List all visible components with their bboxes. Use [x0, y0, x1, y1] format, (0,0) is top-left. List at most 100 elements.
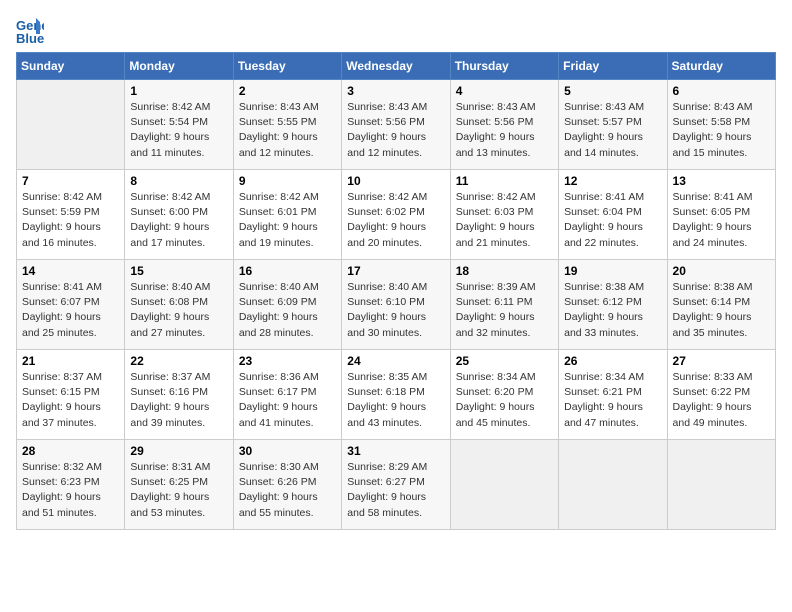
calendar-cell: 30Sunrise: 8:30 AM Sunset: 6:26 PM Dayli…	[233, 440, 341, 530]
day-info: Sunrise: 8:38 AM Sunset: 6:12 PM Dayligh…	[564, 280, 661, 341]
day-number: 17	[347, 264, 444, 278]
day-info: Sunrise: 8:43 AM Sunset: 5:56 PM Dayligh…	[347, 100, 444, 161]
day-number: 9	[239, 174, 336, 188]
calendar-table: SundayMondayTuesdayWednesdayThursdayFrid…	[16, 52, 776, 530]
calendar-cell: 7 Sunrise: 8:42 AM Sunset: 5:59 PM Daylig…	[17, 170, 125, 260]
day-info: Sunrise: 8:33 AM Sunset: 6:22 PM Dayligh…	[673, 370, 770, 431]
calendar-cell: 6Sunrise: 8:43 AM Sunset: 5:58 PM Daylig…	[667, 80, 775, 170]
calendar-cell	[450, 440, 558, 530]
calendar-cell: 2 Sunrise: 8:43 AM Sunset: 5:55 PM Daylig…	[233, 80, 341, 170]
day-info: Sunrise: 8:29 AM Sunset: 6:27 PM Dayligh…	[347, 460, 444, 521]
calendar-cell: 19 Sunrise: 8:38 AM Sunset: 6:12 PM Dayli…	[559, 260, 667, 350]
day-number: 21	[22, 354, 119, 368]
calendar-cell: 18Sunrise: 8:39 AM Sunset: 6:11 PM Dayli…	[450, 260, 558, 350]
day-info: Sunrise: 8:37 AM Sunset: 6:15 PM Dayligh…	[22, 370, 119, 431]
weekday-header-saturday: Saturday	[667, 53, 775, 80]
day-info: Sunrise: 8:32 AM Sunset: 6:23 PM Dayligh…	[22, 460, 119, 521]
calendar-cell: 31 Sunrise: 8:29 AM Sunset: 6:27 PM Dayli…	[342, 440, 450, 530]
calendar-cell: 10Sunrise: 8:42 AM Sunset: 6:02 PM Dayli…	[342, 170, 450, 260]
day-info: Sunrise: 8:42 AM Sunset: 5:59 PM Dayligh…	[22, 190, 119, 251]
logo: General Blue	[16, 16, 48, 44]
day-number: 30	[239, 444, 336, 458]
day-number: 11	[456, 174, 553, 188]
calendar-cell: 1 Sunrise: 8:42 AM Sunset: 5:54 PM Daylig…	[125, 80, 233, 170]
calendar-cell: 20 Sunrise: 8:38 AM Sunset: 6:14 PM Dayli…	[667, 260, 775, 350]
calendar-cell: 17 Sunrise: 8:40 AM Sunset: 6:10 PM Dayli…	[342, 260, 450, 350]
weekday-header-sunday: Sunday	[17, 53, 125, 80]
calendar-cell: 11 Sunrise: 8:42 AM Sunset: 6:03 PM Dayli…	[450, 170, 558, 260]
day-info: Sunrise: 8:35 AM Sunset: 6:18 PM Dayligh…	[347, 370, 444, 431]
day-number: 14	[22, 264, 119, 278]
calendar-cell: 4 Sunrise: 8:43 AM Sunset: 5:56 PM Daylig…	[450, 80, 558, 170]
day-number: 6	[673, 84, 770, 98]
day-number: 24	[347, 354, 444, 368]
day-number: 31	[347, 444, 444, 458]
weekday-header-row: SundayMondayTuesdayWednesdayThursdayFrid…	[17, 53, 776, 80]
day-number: 27	[673, 354, 770, 368]
week-row-5: 28Sunrise: 8:32 AM Sunset: 6:23 PM Dayli…	[17, 440, 776, 530]
week-row-3: 14 Sunrise: 8:41 AM Sunset: 6:07 PM Dayli…	[17, 260, 776, 350]
day-number: 7	[22, 174, 119, 188]
day-info: Sunrise: 8:40 AM Sunset: 6:08 PM Dayligh…	[130, 280, 227, 341]
page-header: General Blue	[16, 16, 776, 44]
day-number: 5	[564, 84, 661, 98]
day-info: Sunrise: 8:43 AM Sunset: 5:56 PM Dayligh…	[456, 100, 553, 161]
calendar-cell: 9Sunrise: 8:42 AM Sunset: 6:01 PM Daylig…	[233, 170, 341, 260]
day-number: 23	[239, 354, 336, 368]
day-number: 20	[673, 264, 770, 278]
day-number: 2	[239, 84, 336, 98]
day-info: Sunrise: 8:42 AM Sunset: 5:54 PM Dayligh…	[130, 100, 227, 161]
calendar-cell: 28Sunrise: 8:32 AM Sunset: 6:23 PM Dayli…	[17, 440, 125, 530]
weekday-header-friday: Friday	[559, 53, 667, 80]
day-number: 13	[673, 174, 770, 188]
calendar-body: 1 Sunrise: 8:42 AM Sunset: 5:54 PM Daylig…	[17, 80, 776, 530]
calendar-cell: 27 Sunrise: 8:33 AM Sunset: 6:22 PM Dayli…	[667, 350, 775, 440]
day-info: Sunrise: 8:31 AM Sunset: 6:25 PM Dayligh…	[130, 460, 227, 521]
day-number: 19	[564, 264, 661, 278]
day-number: 4	[456, 84, 553, 98]
calendar-cell: 5Sunrise: 8:43 AM Sunset: 5:57 PM Daylig…	[559, 80, 667, 170]
calendar-cell: 22 Sunrise: 8:37 AM Sunset: 6:16 PM Dayli…	[125, 350, 233, 440]
day-number: 22	[130, 354, 227, 368]
calendar-cell: 14 Sunrise: 8:41 AM Sunset: 6:07 PM Dayli…	[17, 260, 125, 350]
calendar-cell: 16 Sunrise: 8:40 AM Sunset: 6:09 PM Dayli…	[233, 260, 341, 350]
day-number: 10	[347, 174, 444, 188]
weekday-header-thursday: Thursday	[450, 53, 558, 80]
day-number: 15	[130, 264, 227, 278]
calendar-cell: 29Sunrise: 8:31 AM Sunset: 6:25 PM Dayli…	[125, 440, 233, 530]
day-number: 1	[130, 84, 227, 98]
calendar-cell: 21 Sunrise: 8:37 AM Sunset: 6:15 PM Dayli…	[17, 350, 125, 440]
weekday-header-tuesday: Tuesday	[233, 53, 341, 80]
day-info: Sunrise: 8:41 AM Sunset: 6:04 PM Dayligh…	[564, 190, 661, 251]
day-info: Sunrise: 8:38 AM Sunset: 6:14 PM Dayligh…	[673, 280, 770, 341]
weekday-header-wednesday: Wednesday	[342, 53, 450, 80]
day-info: Sunrise: 8:40 AM Sunset: 6:09 PM Dayligh…	[239, 280, 336, 341]
day-info: Sunrise: 8:41 AM Sunset: 6:07 PM Dayligh…	[22, 280, 119, 341]
day-info: Sunrise: 8:34 AM Sunset: 6:20 PM Dayligh…	[456, 370, 553, 431]
day-info: Sunrise: 8:37 AM Sunset: 6:16 PM Dayligh…	[130, 370, 227, 431]
calendar-cell: 13 Sunrise: 8:41 AM Sunset: 6:05 PM Dayli…	[667, 170, 775, 260]
calendar-cell: 26 Sunrise: 8:34 AM Sunset: 6:21 PM Dayli…	[559, 350, 667, 440]
day-info: Sunrise: 8:39 AM Sunset: 6:11 PM Dayligh…	[456, 280, 553, 341]
day-number: 12	[564, 174, 661, 188]
calendar-cell: 8 Sunrise: 8:42 AM Sunset: 6:00 PM Daylig…	[125, 170, 233, 260]
day-info: Sunrise: 8:41 AM Sunset: 6:05 PM Dayligh…	[673, 190, 770, 251]
calendar-cell: 23 Sunrise: 8:36 AM Sunset: 6:17 PM Dayli…	[233, 350, 341, 440]
day-info: Sunrise: 8:42 AM Sunset: 6:03 PM Dayligh…	[456, 190, 553, 251]
day-info: Sunrise: 8:42 AM Sunset: 6:00 PM Dayligh…	[130, 190, 227, 251]
calendar-cell	[559, 440, 667, 530]
calendar-cell	[17, 80, 125, 170]
weekday-header-monday: Monday	[125, 53, 233, 80]
calendar-cell: 12 Sunrise: 8:41 AM Sunset: 6:04 PM Dayli…	[559, 170, 667, 260]
day-info: Sunrise: 8:43 AM Sunset: 5:55 PM Dayligh…	[239, 100, 336, 161]
day-number: 16	[239, 264, 336, 278]
day-info: Sunrise: 8:36 AM Sunset: 6:17 PM Dayligh…	[239, 370, 336, 431]
day-info: Sunrise: 8:34 AM Sunset: 6:21 PM Dayligh…	[564, 370, 661, 431]
day-number: 26	[564, 354, 661, 368]
week-row-1: 1 Sunrise: 8:42 AM Sunset: 5:54 PM Daylig…	[17, 80, 776, 170]
calendar-cell: 3 Sunrise: 8:43 AM Sunset: 5:56 PM Daylig…	[342, 80, 450, 170]
calendar-cell: 24 Sunrise: 8:35 AM Sunset: 6:18 PM Dayli…	[342, 350, 450, 440]
day-number: 8	[130, 174, 227, 188]
day-info: Sunrise: 8:40 AM Sunset: 6:10 PM Dayligh…	[347, 280, 444, 341]
day-number: 3	[347, 84, 444, 98]
